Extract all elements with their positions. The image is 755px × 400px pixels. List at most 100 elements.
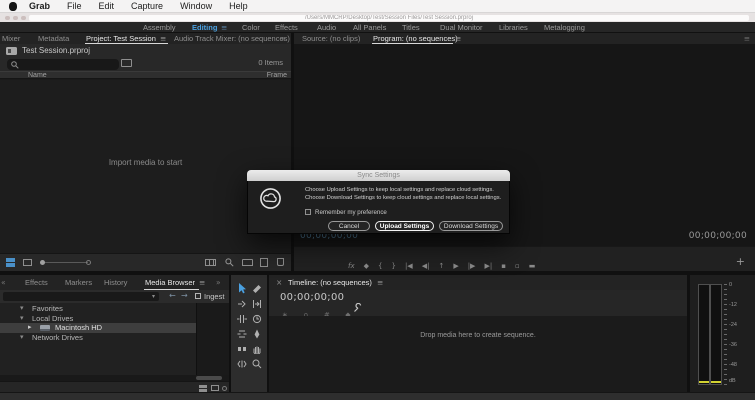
tab-effects[interactable]: Effects (25, 275, 48, 290)
workspace-tab-color[interactable]: Color (242, 22, 260, 33)
remember-preference-checkbox[interactable] (305, 209, 311, 215)
download-settings-button[interactable]: Download Settings (439, 221, 503, 231)
menu-help[interactable]: Help (229, 0, 248, 13)
ripple-edit-tool[interactable] (250, 297, 264, 310)
ingest-checkbox[interactable] (195, 293, 201, 299)
workspace-menu-icon[interactable]: ≡ (221, 22, 227, 33)
workspace-tab-dual-monitor[interactable]: Dual Monitor (440, 22, 483, 33)
zoom-slider-track[interactable] (40, 261, 88, 263)
expand-icon[interactable]: ▾ (20, 314, 24, 324)
zoom-slider-knob[interactable] (40, 259, 45, 265)
tree-item-favorites[interactable]: ▾ Favorites (0, 304, 196, 314)
panel-collapse-icon[interactable]: « (1, 275, 6, 290)
workspace-tab-audio[interactable]: Audio (317, 22, 336, 33)
delete-icon[interactable] (277, 258, 284, 266)
menu-edit[interactable]: Edit (99, 0, 115, 13)
expand-icon[interactable]: ▾ (20, 333, 24, 343)
timeline-settings-wrench-icon[interactable] (353, 303, 363, 313)
mb-zoom-icon[interactable] (222, 385, 227, 391)
program-tab-menu-icon[interactable]: ≡ (455, 33, 461, 44)
tab-markers[interactable]: Markers (65, 275, 92, 290)
mark-out-icon[interactable]: } (391, 261, 395, 271)
window-close-button[interactable] (5, 15, 10, 20)
bottom-tab-overflow-icon[interactable]: » (216, 275, 221, 290)
new-bin-quick-icon[interactable] (121, 59, 132, 67)
overwrite-icon[interactable]: ▫ (515, 261, 520, 271)
forward-arrow-icon[interactable]: → (181, 291, 188, 300)
add-button[interactable]: + (736, 256, 745, 267)
tree-item-local-drives[interactable]: ▾ Local Drives (0, 314, 196, 324)
tab-media-browser[interactable]: Media Browser (145, 275, 195, 290)
icon-view-icon[interactable] (23, 259, 32, 266)
insert-icon[interactable]: ▪ (501, 261, 506, 271)
tab-metadata[interactable]: Metadata (38, 33, 69, 44)
hand-tool[interactable] (250, 342, 264, 355)
find-icon[interactable] (225, 258, 234, 267)
razor-tool[interactable] (250, 282, 264, 295)
rolling-edit-tool[interactable] (235, 312, 249, 325)
mb-icon-view-icon[interactable] (211, 385, 219, 391)
selection-tool[interactable] (235, 282, 249, 295)
tab-audio-track-mixer[interactable]: Audio Track Mixer: (no sequences) (174, 33, 290, 44)
window-zoom-button[interactable] (21, 15, 26, 20)
expand-icon[interactable]: ▸ (28, 323, 32, 333)
menu-capture[interactable]: Capture (131, 0, 163, 13)
upload-settings-button[interactable]: Upload Settings (375, 221, 434, 231)
file-type-dropdown[interactable]: ▾ (3, 292, 159, 301)
back-arrow-icon[interactable]: ← (169, 291, 176, 300)
expand-icon[interactable]: ▾ (20, 304, 24, 314)
apple-menu-icon[interactable] (9, 1, 17, 11)
go-to-out-icon[interactable]: ▶| (484, 261, 492, 271)
mb-list-view-icon[interactable] (199, 385, 207, 392)
window-minimize-button[interactable] (13, 15, 18, 20)
menu-grab[interactable]: Grab (29, 0, 50, 13)
cancel-button[interactable]: Cancel (328, 221, 370, 231)
panel-menu-icon[interactable]: ≡ (744, 33, 750, 44)
tab-source-monitor[interactable]: Source: (no clips) (302, 33, 360, 44)
fx-badge-icon[interactable]: fx (348, 261, 355, 271)
panel-divider-vertical[interactable] (291, 33, 294, 271)
workspace-tab-effects[interactable]: Effects (275, 22, 298, 33)
column-name[interactable]: Name (28, 72, 47, 80)
workspace-tab-all-panels[interactable]: All Panels (353, 22, 386, 33)
close-icon[interactable]: × (276, 275, 282, 290)
pen-tool[interactable] (250, 327, 264, 340)
tree-pane-divider[interactable] (196, 303, 197, 375)
new-item-icon[interactable] (260, 257, 268, 267)
rate-stretch-tool[interactable] (250, 312, 264, 325)
workspace-tab-titles[interactable]: Titles (402, 22, 420, 33)
lift-icon[interactable]: ↑ (438, 261, 444, 271)
step-back-icon[interactable]: ◀| (422, 261, 430, 271)
timeline-timecode[interactable]: 00;00;00;00 (280, 292, 344, 303)
track-select-backward-tool[interactable] (235, 357, 249, 370)
tab-history[interactable]: History (104, 275, 127, 290)
track-select-forward-tool[interactable] (235, 297, 249, 310)
scrollbar-thumb[interactable] (196, 376, 222, 380)
tab-mixer[interactable]: Mixer (2, 33, 20, 44)
timeline-tab-menu-icon[interactable]: ≡ (377, 275, 383, 290)
workspace-tab-libraries[interactable]: Libraries (499, 22, 528, 33)
automate-to-sequence-icon[interactable] (205, 259, 216, 266)
new-bin-icon[interactable] (242, 259, 253, 266)
tree-item-network-drives[interactable]: ▾ Network Drives (0, 333, 196, 343)
mark-in-icon[interactable]: { (378, 261, 382, 271)
search-input[interactable] (7, 58, 119, 70)
dialog-titlebar[interactable]: Sync Settings (247, 170, 510, 181)
tab-overflow-icon[interactable]: » (281, 33, 286, 44)
play-icon[interactable]: ▶ (453, 261, 458, 271)
workspace-tab-editing[interactable]: Editing (192, 22, 217, 33)
slip-tool[interactable] (235, 327, 249, 340)
tree-item-macintosh-hd[interactable]: ▸ Macintosh HD (0, 323, 196, 333)
add-marker-icon[interactable]: ◆ (364, 261, 369, 271)
workspace-tab-metalogging[interactable]: Metalogging (544, 22, 585, 33)
export-frame-icon[interactable]: ▬ (529, 261, 536, 271)
list-view-icon[interactable] (6, 258, 15, 267)
go-to-in-icon[interactable]: |◀ (405, 261, 413, 271)
column-frame[interactable]: Frame (267, 72, 287, 80)
tab-timeline[interactable]: Timeline: (no sequences) (288, 275, 372, 290)
timeline-track-area[interactable]: Drop media here to create sequence. (269, 316, 687, 392)
slide-tool[interactable] (235, 342, 249, 355)
menu-window[interactable]: Window (180, 0, 212, 13)
menu-file[interactable]: File (67, 0, 82, 13)
workspace-tab-assembly[interactable]: Assembly (143, 22, 176, 33)
